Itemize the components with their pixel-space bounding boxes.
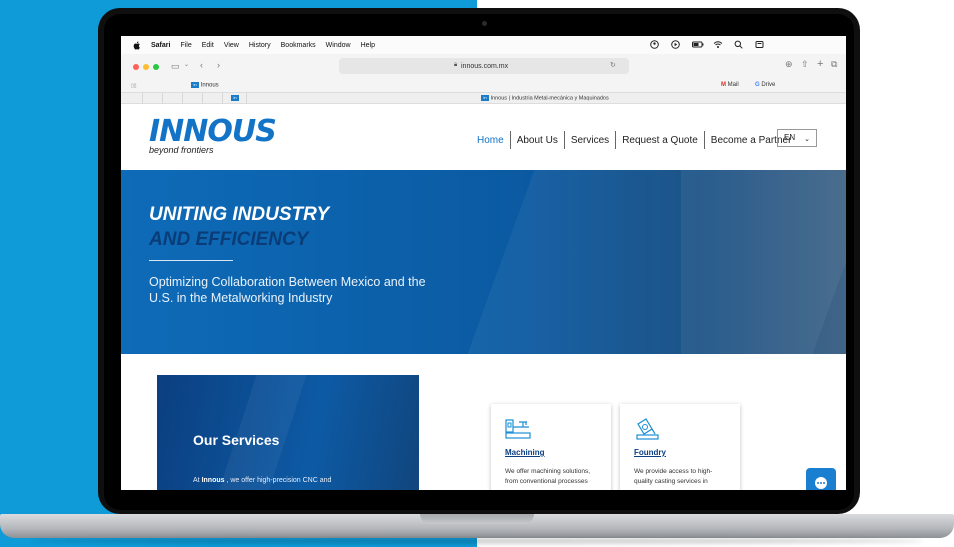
favorites-bar: ▯▯ in Innous M Mail G Drive bbox=[121, 80, 846, 92]
new-tab-icon[interactable]: + bbox=[817, 58, 823, 70]
gmail-icon: M bbox=[721, 82, 726, 88]
services-intro: At Innous , we offer high-precision CNC … bbox=[193, 477, 331, 484]
chevron-down-icon: ⌄ bbox=[804, 136, 810, 143]
favorite-innous[interactable]: in Innous bbox=[191, 82, 219, 89]
nav-home[interactable]: Home bbox=[471, 135, 510, 146]
safari-toolbar: ▭ ⌄ ‹ › ▢ 🔒︎ innous.com.mx ↻ ⊕ ⇧ + ⧉ bbox=[121, 54, 846, 80]
menu-file[interactable]: File bbox=[180, 42, 191, 49]
lock-icon: 🔒︎ bbox=[454, 62, 458, 68]
innous-favicon: in bbox=[231, 95, 239, 101]
search-icon[interactable] bbox=[734, 40, 743, 49]
download-icon[interactable]: ⊕ bbox=[785, 59, 793, 70]
innous-logo[interactable]: INNOUS bbox=[149, 117, 277, 147]
service-card-foundry[interactable]: Foundry We provide access to high-qualit… bbox=[620, 404, 740, 490]
card-description: We provide access to high-quality castin… bbox=[634, 468, 713, 485]
nav-request-quote[interactable]: Request a Quote bbox=[616, 135, 704, 146]
wifi-icon[interactable] bbox=[713, 40, 723, 49]
favorite-innous-label: Innous bbox=[200, 82, 219, 89]
active-tab[interactable]: in Innous | Industria Metal-mecánica y M… bbox=[481, 95, 609, 101]
hero-divider bbox=[149, 260, 233, 261]
address-bar-url[interactable]: innous.com.mx bbox=[461, 63, 508, 70]
chat-icon bbox=[815, 477, 827, 489]
tab-bar: in in Innous | Industria Metal-mecánica … bbox=[121, 92, 846, 104]
services-intro-brand: Innous bbox=[201, 477, 225, 484]
share-icon[interactable]: ⇧ bbox=[801, 59, 809, 70]
control-center-icon[interactable] bbox=[755, 40, 764, 49]
site-header: INNOUS beyond frontiers Home About Us Se… bbox=[121, 104, 846, 170]
menu-help[interactable]: Help bbox=[361, 42, 375, 49]
chat-widget-button[interactable] bbox=[806, 468, 836, 490]
innous-favicon: in bbox=[481, 95, 489, 101]
card-title[interactable]: Foundry bbox=[634, 448, 666, 457]
services-panel: Our Services At Innous , we offer high-p… bbox=[157, 375, 419, 490]
logo-tagline: beyond frontiers bbox=[149, 145, 214, 155]
back-icon[interactable]: ‹ bbox=[200, 60, 203, 70]
hero-decoration bbox=[681, 170, 846, 354]
battery-icon[interactable] bbox=[692, 40, 704, 49]
services-title: Our Services bbox=[193, 432, 280, 448]
tab[interactable] bbox=[163, 93, 183, 104]
innous-favicon: in bbox=[191, 82, 199, 88]
reload-icon[interactable]: ↻ bbox=[610, 61, 616, 69]
active-tab-title: Innous | Industria Metal-mecánica y Maqu… bbox=[490, 95, 609, 102]
laptop-hinge-notch bbox=[420, 514, 534, 524]
favorite-mail[interactable]: M Mail bbox=[721, 82, 739, 88]
foundry-icon bbox=[636, 418, 659, 440]
language-value: EN bbox=[784, 133, 796, 142]
menu-bookmarks[interactable]: Bookmarks bbox=[281, 42, 316, 49]
service-card-machining[interactable]: Machining We offer machining solutions, … bbox=[491, 404, 611, 490]
chevron-down-icon[interactable]: ⌄ bbox=[184, 61, 189, 68]
favorite-mail-label: Mail bbox=[727, 82, 739, 88]
user-icon[interactable] bbox=[650, 40, 659, 49]
tab[interactable] bbox=[203, 93, 223, 104]
menu-window[interactable]: Window bbox=[326, 42, 351, 49]
forward-icon[interactable]: › bbox=[217, 60, 220, 70]
menu-edit[interactable]: Edit bbox=[202, 42, 214, 49]
menu-safari[interactable]: Safari bbox=[151, 42, 170, 49]
favorite-drive[interactable]: G Drive bbox=[755, 82, 775, 88]
menu-view[interactable]: View bbox=[224, 42, 239, 49]
minimize-window-button[interactable] bbox=[143, 64, 149, 70]
menu-history[interactable]: History bbox=[249, 42, 271, 49]
tab[interactable] bbox=[143, 93, 163, 104]
zoom-window-button[interactable] bbox=[153, 64, 159, 70]
laptop-screen: Safari File Edit View History Bookmarks … bbox=[121, 36, 846, 490]
apple-icon[interactable] bbox=[133, 41, 141, 50]
macos-menubar: Safari File Edit View History Bookmarks … bbox=[121, 36, 846, 54]
webcam bbox=[482, 21, 487, 26]
tab[interactable] bbox=[121, 93, 143, 104]
laptop-shadow bbox=[30, 538, 924, 544]
google-icon: G bbox=[755, 82, 760, 88]
language-select[interactable]: EN ⌄ bbox=[777, 129, 817, 147]
hero-banner: UNITING INDUSTRY AND EFFICIENCY Optimizi… bbox=[121, 170, 846, 354]
sidebar-icon[interactable]: ▭ bbox=[171, 61, 180, 72]
close-window-button[interactable] bbox=[133, 64, 139, 70]
card-title[interactable]: Machining bbox=[505, 448, 545, 457]
reading-list-icon[interactable]: ▯▯ bbox=[131, 83, 137, 89]
main-nav: Home About Us Services Request a Quote B… bbox=[471, 131, 797, 149]
tab[interactable]: in bbox=[223, 93, 247, 104]
machining-icon bbox=[505, 419, 531, 439]
nav-services[interactable]: Services bbox=[565, 135, 615, 146]
nav-about-us[interactable]: About Us bbox=[511, 135, 564, 146]
menubar-status-icons bbox=[650, 40, 764, 49]
play-icon[interactable] bbox=[671, 40, 680, 49]
card-description: We offer machining solutions, from conve… bbox=[505, 468, 591, 485]
services-intro-text: , we offer high-precision CNC and bbox=[226, 477, 332, 484]
hero-title-line1: UNITING INDUSTRY bbox=[149, 204, 330, 225]
tab-overview-icon[interactable]: ⧉ bbox=[831, 59, 837, 70]
services-intro-prefix: At bbox=[193, 477, 200, 484]
hero-subtitle: Optimizing Collaboration Between Mexico … bbox=[149, 275, 426, 305]
tab[interactable] bbox=[183, 93, 203, 104]
favorite-drive-label: Drive bbox=[761, 82, 776, 88]
hero-title-line2: AND EFFICIENCY bbox=[149, 229, 309, 250]
